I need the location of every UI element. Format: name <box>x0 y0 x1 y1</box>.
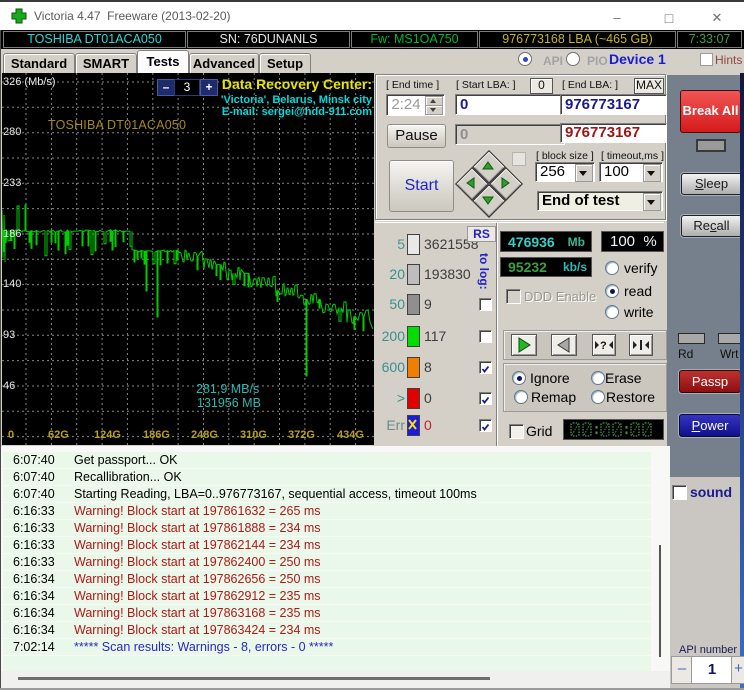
svg-text:?: ? <box>600 340 607 352</box>
